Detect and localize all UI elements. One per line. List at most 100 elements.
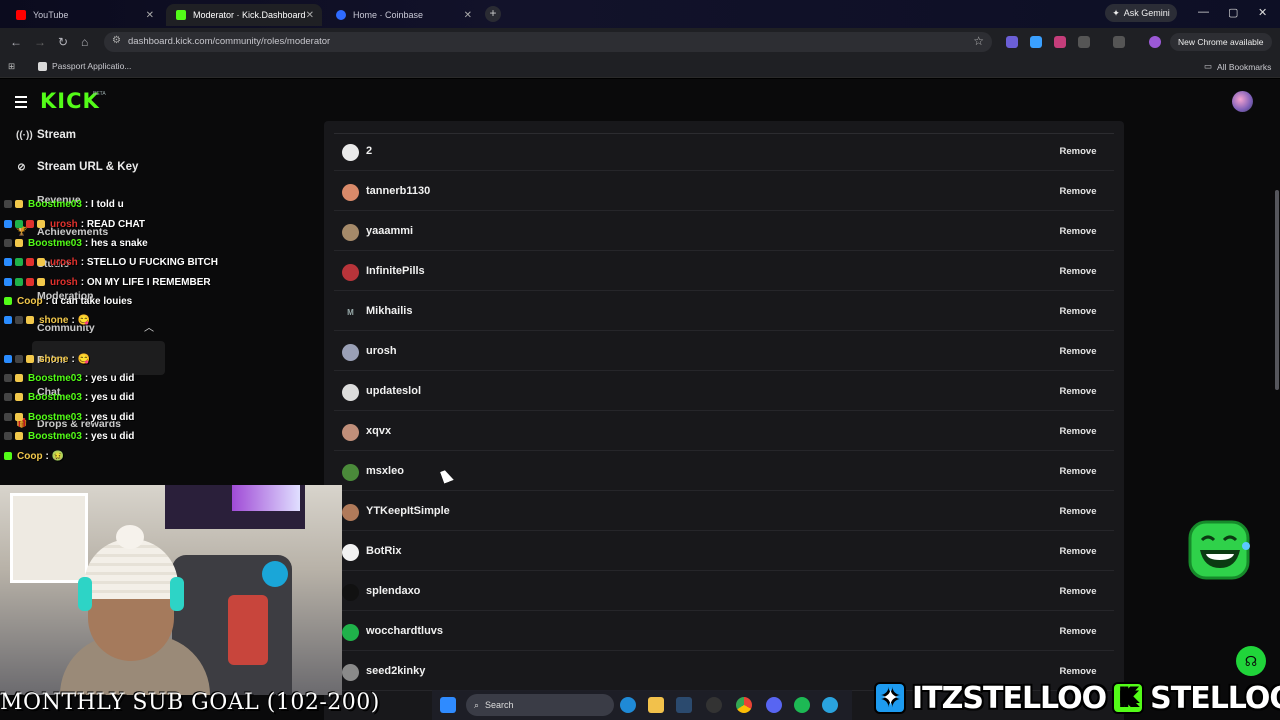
user-avatar [342,344,359,361]
chat-badge-icon [37,220,45,228]
moderator-username[interactable]: 2 [366,145,372,157]
spotify-icon[interactable] [794,697,810,713]
support-chat-button[interactable]: ☊ [1236,646,1266,676]
new-chrome-available-button[interactable]: New Chrome available [1170,33,1272,51]
moderator-username[interactable]: BotRix [366,545,401,557]
steam-icon[interactable] [676,697,692,713]
kick-logo[interactable]: KICK [40,89,100,113]
close-tab-icon[interactable]: ✕ [306,10,314,21]
moderator-row: yaaammi Remove [334,213,1114,251]
bookmark-label: Passport Applicatio... [52,61,132,71]
windows-start-icon[interactable] [440,697,456,713]
chat-username: urosh [50,218,78,230]
moderator-username[interactable]: seed2kinky [366,665,425,677]
reading-mode-icon[interactable] [1113,36,1125,48]
extension-icon[interactable] [1030,36,1042,48]
remove-moderator-button[interactable]: Remove [1052,582,1104,602]
edge-icon[interactable] [620,697,636,713]
remove-moderator-button[interactable]: Remove [1052,502,1104,522]
user-avatar [342,584,359,601]
maximize-icon[interactable]: ▢ [1228,6,1238,19]
moderator-row: xqvx Remove [334,413,1114,451]
bookmark-star-icon[interactable]: ☆ [973,34,984,48]
home-icon[interactable]: ⌂ [81,35,88,49]
remove-moderator-button[interactable]: Remove [1052,262,1104,282]
chat-message: Coop: u can take louies [4,293,132,309]
moderator-row: wocchardtluvs Remove [334,613,1114,651]
moderator-row: YTKeepItSimple Remove [334,493,1114,531]
remove-moderator-button[interactable]: Remove [1052,422,1104,442]
search-icon: ⌕ [474,699,480,710]
extension-icon[interactable] [1054,36,1066,48]
chat-badge-icon [37,258,45,266]
user-avatar[interactable] [1232,91,1253,112]
moderator-username[interactable]: msxleo [366,465,404,477]
chat-badge-icon [15,278,23,286]
all-bookmarks-button[interactable]: ▭ All Bookmarks [1204,61,1271,72]
puzzle-icon[interactable] [1078,36,1090,48]
obs-icon[interactable] [706,697,722,713]
tab-youtube[interactable]: YouTube ✕ [6,4,162,26]
close-tab-icon[interactable]: ✕ [146,10,154,21]
moderator-username[interactable]: tannerb1130 [366,185,430,197]
extension-icon[interactable] [1006,36,1018,48]
ask-gemini-button[interactable]: ✦ Ask Gemini [1105,4,1177,22]
remove-moderator-button[interactable]: Remove [1052,222,1104,242]
telegram-icon[interactable] [822,697,838,713]
tab-coinbase[interactable]: Home · Coinbase ✕ [326,4,480,26]
site-info-icon[interactable]: ⚙ [112,35,121,46]
remove-moderator-button[interactable]: Remove [1052,182,1104,202]
sidebar-item-stream[interactable]: ((·)) Stream [16,129,76,141]
tab-title: YouTube [33,10,69,20]
close-window-icon[interactable]: ✕ [1258,6,1267,19]
file-explorer-icon[interactable] [648,697,664,713]
profile-avatar[interactable] [1149,36,1161,48]
taskbar-search[interactable]: ⌕ Search [466,694,614,716]
remove-moderator-button[interactable]: Remove [1052,342,1104,362]
chat-badge-icon [15,432,23,440]
forward-icon[interactable]: → [34,35,46,49]
moderator-username[interactable]: updateslol [366,385,421,397]
remove-moderator-button[interactable]: Remove [1052,382,1104,402]
moderator-username[interactable]: urosh [366,345,397,357]
remove-moderator-button[interactable]: Remove [1052,542,1104,562]
chat-username: Boostme03 [28,372,82,384]
reload-icon[interactable]: ↻ [58,35,68,49]
remove-moderator-button[interactable]: Remove [1052,462,1104,482]
chat-badge-icon [15,200,23,208]
chat-badge-icon [4,432,12,440]
moderator-username[interactable]: wocchardtluvs [366,625,443,637]
moderator-username[interactable]: YTKeepItSimple [366,505,450,517]
close-tab-icon[interactable]: ✕ [464,10,472,21]
user-avatar [342,624,359,641]
remove-moderator-button[interactable]: Remove [1052,622,1104,642]
page-scrollbar[interactable] [1274,80,1280,720]
remove-moderator-button[interactable]: Remove [1052,142,1104,162]
minimize-icon[interactable]: — [1198,6,1209,18]
moderator-username[interactable]: splendaxo [366,585,420,597]
sidebar-item-stream-url-key[interactable]: ⊘ Stream URL & Key [16,161,138,173]
chat-message: shone: 😋 [4,312,90,328]
scrollbar-thumb[interactable] [1275,190,1279,390]
chrome-icon[interactable] [736,697,752,713]
moderator-username[interactable]: Mikhailis [366,305,412,317]
moderator-username[interactable]: yaaammi [366,225,413,237]
omnibox[interactable]: ⚙ dashboard.kick.com/community/roles/mod… [104,32,992,52]
moderator-username[interactable]: xqvx [366,425,391,437]
bookmark-passport[interactable]: Passport Applicatio... [38,61,131,71]
tab-kick-dashboard[interactable]: Moderator · Kick.Dashboard ✕ [166,4,322,26]
bookmark-favicon [38,61,47,71]
chevron-up-icon[interactable]: ︿ [144,319,154,334]
chat-badge-icon [37,278,45,286]
menu-icon[interactable] [15,96,27,111]
apps-icon[interactable]: ⊞ [8,61,15,72]
url-text: dashboard.kick.com/community/roles/moder… [128,36,331,47]
moderator-row: splendaxo Remove [334,573,1114,611]
chair-accent [228,595,268,665]
remove-moderator-button[interactable]: Remove [1052,302,1104,322]
discord-icon[interactable] [766,697,782,713]
chat-badge-icon [4,413,12,421]
new-tab-button[interactable]: + [485,6,501,22]
moderator-username[interactable]: InfinitePills [366,265,425,277]
back-icon[interactable]: ← [10,35,22,49]
